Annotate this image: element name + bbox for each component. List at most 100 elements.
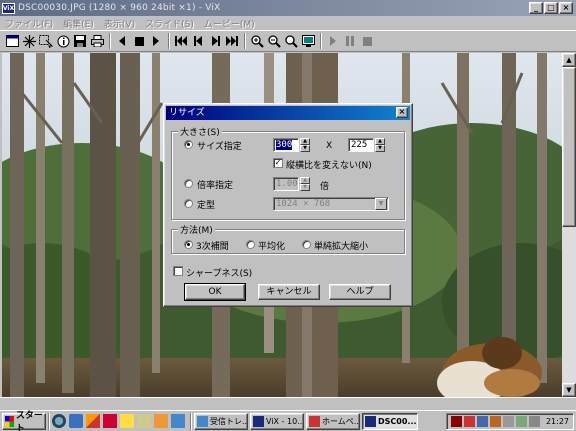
task-homepage[interactable]: ホームペ...: [306, 412, 360, 430]
fixed-radio[interactable]: [184, 199, 193, 208]
menu-file[interactable]: ファイル(F): [0, 17, 58, 30]
method-simple-radio[interactable]: [302, 240, 311, 249]
ratio-field[interactable]: 1.00: [273, 177, 299, 191]
size-spec-radio[interactable]: [184, 140, 193, 149]
clock[interactable]: 21:27: [546, 417, 569, 426]
size-group-label: 大きさ(S): [178, 125, 222, 138]
menu-view[interactable]: 表示(V): [99, 17, 140, 30]
ratio-radio[interactable]: [184, 179, 193, 188]
select-icon[interactable]: [38, 33, 54, 49]
close-button[interactable]: ×: [559, 2, 573, 14]
chevron-down-icon[interactable]: ▼: [375, 198, 387, 210]
vix-image-icon: [365, 415, 376, 427]
print-icon[interactable]: [89, 33, 105, 49]
window-title: DSC00030.JPG (1280 × 960 24bit ×1) - ViX: [18, 3, 221, 13]
cancel-button[interactable]: キャンセル: [258, 284, 320, 300]
method-bicubic-label: 3次補間: [196, 242, 229, 252]
ratio-unit: 倍: [320, 182, 330, 192]
menu-edit[interactable]: 編集(E): [58, 17, 99, 30]
resize-dialog: リサイズ × 大きさ(S) サイズ指定 300 ▲ ▼ X 225 ▲ ▼ ✓ 縦横…: [163, 103, 413, 307]
method-group-label: 方法(M): [178, 223, 215, 236]
toolbar: [0, 30, 576, 52]
system-tray: 21:27: [445, 413, 574, 430]
tray-alert-icon[interactable]: [463, 416, 475, 427]
quicklaunch-app-icon[interactable]: [86, 414, 100, 428]
movie-stop-icon[interactable]: [359, 33, 375, 49]
menu-bar: ファイル(F) 編集(E) 表示(V) スライド(S) ムービー(M): [0, 16, 576, 30]
size-spec-label: サイズ指定: [197, 142, 242, 152]
info-icon[interactable]: [55, 33, 71, 49]
inbox-icon: [197, 415, 208, 427]
zoom-fit-icon[interactable]: [283, 33, 299, 49]
task-dsc-image[interactable]: DSC00...: [362, 412, 418, 430]
scroll-down-arrow-icon[interactable]: ▼: [562, 383, 576, 397]
menu-movie[interactable]: ムービー(M): [199, 17, 260, 30]
start-label: スタート: [15, 411, 43, 431]
windows-logo-icon: [5, 415, 14, 427]
ok-button[interactable]: OK: [184, 283, 246, 301]
status-strip: [0, 397, 576, 410]
movie-play-icon[interactable]: [325, 33, 341, 49]
method-bicubic-radio[interactable]: [184, 240, 193, 249]
task-vix[interactable]: ViX - 10...: [250, 412, 304, 430]
method-average-label: 平均化: [258, 242, 286, 252]
movie-pause-icon[interactable]: [342, 33, 358, 49]
sharpness-checkbox[interactable]: [173, 266, 183, 276]
first-icon[interactable]: [173, 33, 189, 49]
tray-ime-icon[interactable]: [502, 416, 514, 427]
keep-ratio-checkbox[interactable]: ✓: [273, 158, 283, 168]
help-button[interactable]: ヘルプ: [329, 284, 391, 300]
method-average-radio[interactable]: [246, 240, 255, 249]
mail-icon[interactable]: [69, 414, 83, 428]
task-inbox[interactable]: 受信トレ...: [194, 412, 248, 430]
fixed-size-select[interactable]: 1024 × 768: [273, 197, 389, 211]
tray-speaker-icon[interactable]: [528, 416, 540, 427]
tray-app-icon[interactable]: [450, 416, 462, 427]
zoom-out-icon[interactable]: [266, 33, 282, 49]
scroll-thumb[interactable]: [562, 67, 576, 227]
dialog-close-button[interactable]: ×: [396, 107, 408, 118]
homepage-icon: [309, 415, 320, 427]
dialog-title: リサイズ: [169, 108, 205, 118]
scroll-up-arrow-icon[interactable]: ▲: [562, 53, 576, 67]
play-icon[interactable]: [148, 33, 164, 49]
vix-icon: [253, 415, 264, 427]
media-icon[interactable]: [154, 414, 168, 428]
forward-icon[interactable]: [207, 33, 223, 49]
maximize-button[interactable]: □: [544, 2, 558, 14]
prev-icon[interactable]: [114, 33, 130, 49]
folder-icon[interactable]: [137, 414, 151, 428]
dialog-title-bar[interactable]: リサイズ ×: [166, 106, 410, 120]
menu-slide[interactable]: スライド(S): [140, 17, 199, 30]
width-spinner[interactable]: ▲ ▼: [300, 138, 310, 152]
height-field[interactable]: 225: [348, 138, 374, 152]
start-button[interactable]: スタート: [2, 411, 46, 431]
stop-icon[interactable]: [131, 33, 147, 49]
tray-misc-icon[interactable]: [515, 416, 527, 427]
quicklaunch-red-icon[interactable]: [103, 414, 117, 428]
sharpness-label: シャープネス(S): [186, 269, 253, 279]
window-icon[interactable]: [4, 33, 20, 49]
times-label: X: [326, 141, 333, 151]
monitor-icon[interactable]: [300, 33, 316, 49]
vix-app-icon[interactable]: ViX: [2, 2, 15, 14]
window-title-bar[interactable]: ViX DSC00030.JPG (1280 × 960 24bit ×1) -…: [0, 0, 576, 16]
last-icon[interactable]: [224, 33, 240, 49]
fixed-label: 定型: [197, 201, 216, 211]
height-spinner[interactable]: ▲ ▼: [375, 138, 385, 152]
desktop-icon[interactable]: [171, 414, 185, 428]
width-field[interactable]: 300: [273, 138, 299, 152]
minimize-button[interactable]: _: [529, 2, 543, 14]
vertical-scrollbar[interactable]: ▲ ▼: [562, 53, 576, 397]
ratio-spinner[interactable]: ▲ ▼: [300, 177, 310, 191]
ratio-label: 倍率指定: [197, 181, 234, 191]
sparkle-icon[interactable]: [21, 33, 37, 49]
browser-icon[interactable]: [52, 414, 66, 428]
tray-network-icon[interactable]: [476, 416, 488, 427]
save-icon[interactable]: [72, 33, 88, 49]
zoom-in-icon[interactable]: [249, 33, 265, 49]
tray-tool-icon[interactable]: [489, 416, 501, 427]
notepad-icon[interactable]: [120, 414, 134, 428]
taskbar: スタート 受信トレ... ViX - 10... ホームペ... DSC00..…: [0, 410, 576, 431]
back-icon[interactable]: [190, 33, 206, 49]
